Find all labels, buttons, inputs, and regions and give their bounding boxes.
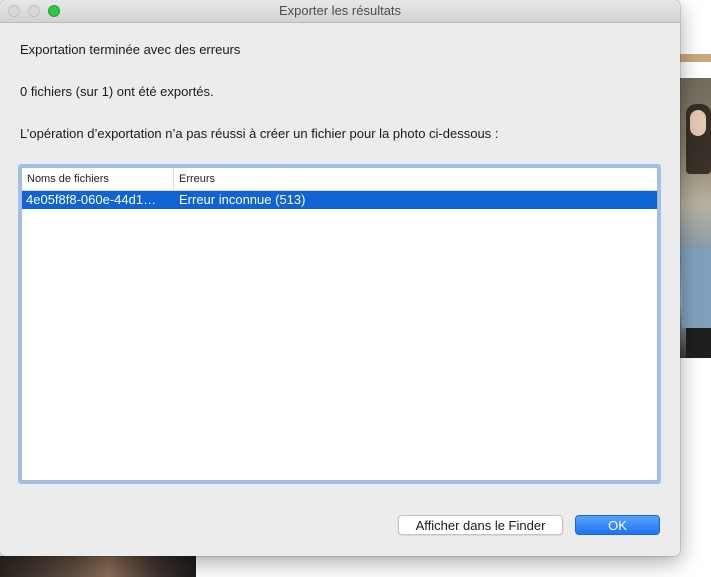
export-summary-text: Exportation terminée avec des erreurs (20, 42, 241, 57)
column-header-errors[interactable]: Erreurs (174, 168, 657, 190)
table-row[interactable]: 4e05f8f8-060e-44d1… Erreur inconnue (513… (22, 191, 657, 209)
row-filename: 4e05f8f8-060e-44d1… (26, 192, 157, 207)
export-count-text: 0 fichiers (sur 1) ont été exportés. (20, 84, 214, 99)
ok-button[interactable]: OK (575, 515, 660, 535)
background-photo-bottom (0, 556, 196, 577)
title-bar: Exporter les résultats (0, 0, 680, 23)
export-detail-text: L’opération d’exportation n’a pas réussi… (20, 126, 499, 141)
show-in-finder-button[interactable]: Afficher dans le Finder (398, 515, 563, 535)
table-header: Noms de fichiers Erreurs (22, 168, 657, 191)
row-error: Erreur inconnue (513) (179, 192, 306, 207)
background-photo-right (676, 54, 711, 358)
export-results-dialog: Exporter les résultats Exportation termi… (0, 0, 680, 556)
column-header-filenames[interactable]: Noms de fichiers (22, 168, 174, 190)
window-title: Exporter les résultats (278, 3, 402, 18)
results-table[interactable]: Noms de fichiers Erreurs 4e05f8f8-060e-4… (18, 164, 661, 484)
